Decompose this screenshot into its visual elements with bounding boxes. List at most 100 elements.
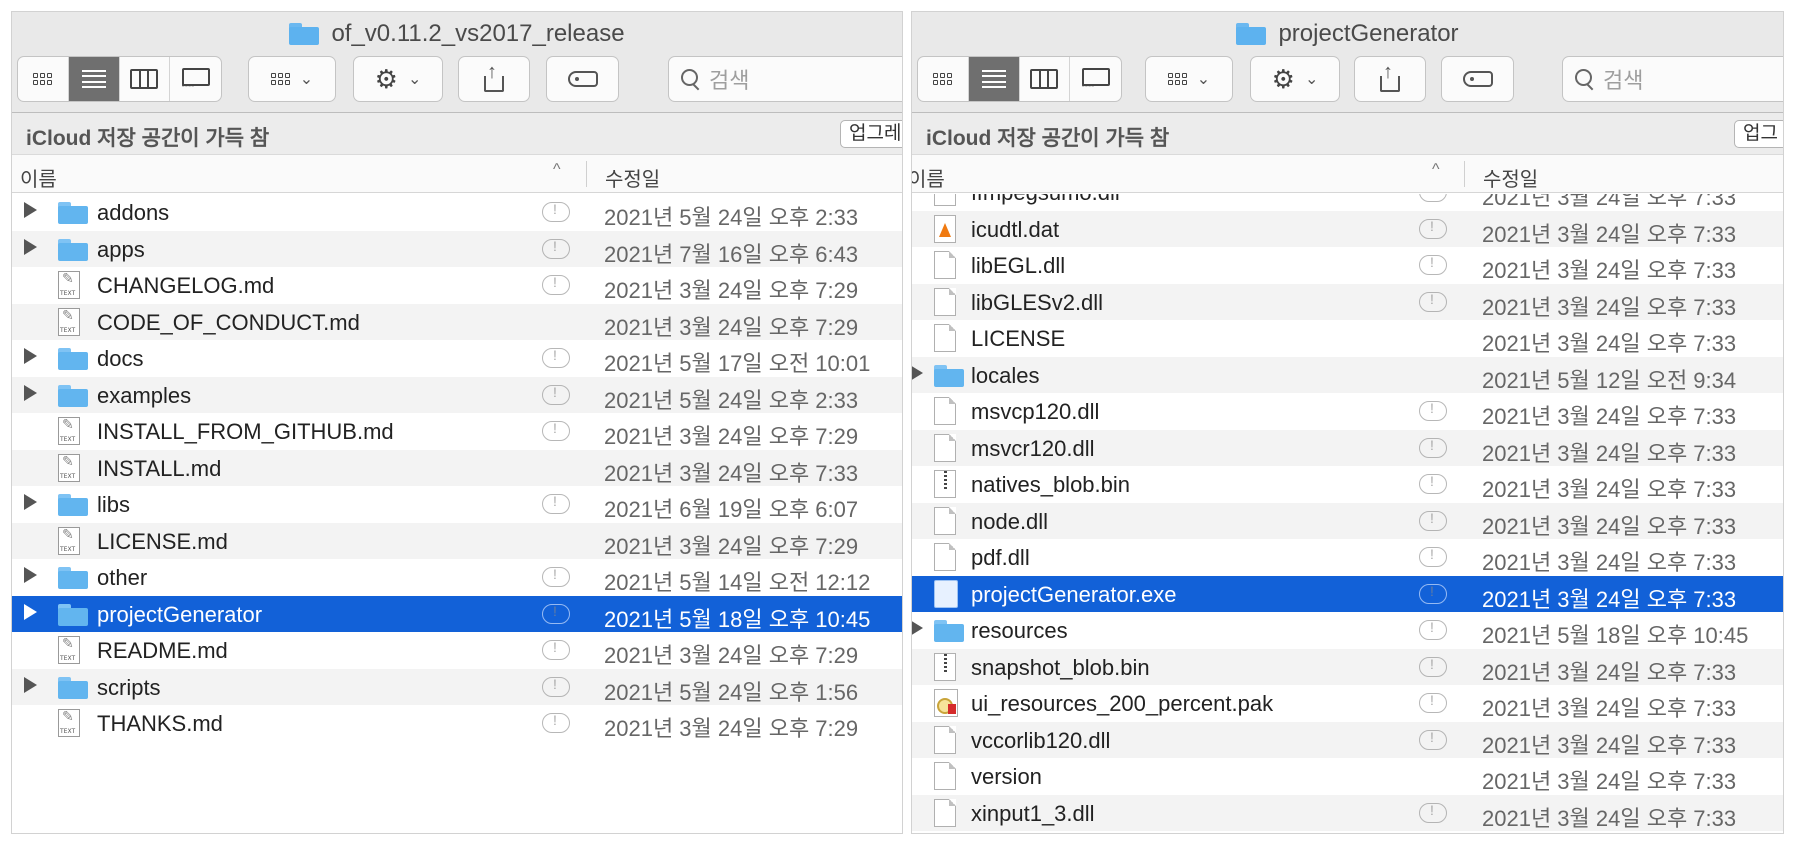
file-row[interactable]: CODE_OF_CONDUCT.md 2021년 3월 24일 오후 7:29 — [12, 303, 902, 340]
file-name: other — [97, 565, 148, 590]
name-column-header[interactable]: 이름 — [912, 163, 945, 192]
file-row[interactable]: version 2021년 3월 24일 오후 7:33 — [912, 758, 1783, 795]
disclosure-triangle-icon[interactable] — [24, 238, 37, 255]
view-mode-switcher — [17, 56, 222, 102]
disclosure-triangle-icon[interactable] — [24, 567, 37, 583]
upgrade-button[interactable]: 업그 — [1734, 120, 1783, 148]
modified-date: 2021년 3월 24일 오후 7:33 — [1482, 258, 1737, 283]
file-row[interactable]: locales 2021년 5월 12일 오전 9:34 — [912, 356, 1783, 393]
file-row[interactable]: snapshot_blob.bin 2021년 3월 24일 오후 7:33 — [912, 648, 1783, 685]
disclosure-triangle-icon[interactable] — [24, 348, 37, 364]
cloud-warning-icon — [542, 420, 570, 441]
modified-date: 2021년 3월 24일 오후 7:33 — [1482, 769, 1737, 794]
document-icon — [934, 506, 956, 535]
gallery-icon — [181, 68, 210, 90]
list-view-button[interactable] — [68, 57, 120, 101]
file-row[interactable]: apps 2021년 7월 16일 오후 6:43 — [12, 230, 902, 267]
group-by-button[interactable]: ⌄ — [248, 56, 336, 102]
file-row[interactable]: CHANGELOG.md 2021년 3월 24일 오후 7:29 — [12, 267, 902, 304]
file-row[interactable]: README.md 2021년 3월 24일 오후 7:29 — [12, 632, 902, 669]
file-row[interactable]: docs 2021년 5월 17일 오전 10:01 — [12, 340, 902, 377]
file-row[interactable]: pdf.dll 2021년 3월 24일 오후 7:33 — [912, 539, 1783, 576]
text-file-icon — [58, 307, 80, 336]
list-view-button[interactable] — [968, 57, 1020, 101]
disclosure-triangle-icon[interactable] — [24, 202, 37, 218]
cloud-warning-icon — [1419, 291, 1447, 312]
file-row[interactable]: msvcr120.dll 2021년 3월 24일 오후 7:33 — [912, 429, 1783, 466]
file-row[interactable]: libs 2021년 6월 19일 오후 6:07 — [12, 486, 902, 523]
file-row[interactable]: ffmpegsumo.dll 2021년 3월 24일 오후 7:33 — [912, 194, 1783, 211]
column-divider[interactable] — [586, 161, 587, 187]
file-row[interactable]: LICENSE.md 2021년 3월 24일 오후 7:29 — [12, 522, 902, 559]
modified-date: 2021년 5월 12일 오전 9:34 — [1482, 367, 1737, 393]
file-row[interactable]: projectGenerator.exe 2021년 3월 24일 오후 7:33 — [912, 575, 1783, 612]
file-row[interactable]: INSTALL_FROM_GITHUB.md 2021년 3월 24일 오후 7:… — [12, 413, 902, 450]
file-row[interactable]: scripts 2021년 5월 24일 오후 1:56 — [12, 668, 902, 705]
file-row[interactable]: msvcp120.dll 2021년 3월 24일 오후 7:33 — [912, 393, 1783, 430]
date-column-header[interactable]: 수정일 — [1483, 163, 1538, 192]
file-row[interactable]: natives_blob.bin 2021년 3월 24일 오후 7:33 — [912, 466, 1783, 503]
action-menu-button[interactable]: ⚙ ⌄ — [1250, 56, 1340, 102]
search-field[interactable]: 검색 — [1562, 56, 1783, 102]
search-field[interactable]: 검색 — [668, 56, 902, 102]
disclosure-triangle-icon[interactable] — [24, 384, 37, 401]
grid-icon — [33, 73, 53, 85]
window-title: of_v0.11.2_vs2017_release — [12, 18, 902, 50]
tag-button[interactable] — [546, 56, 619, 102]
file-name: msvcp120.dll — [971, 399, 1100, 424]
column-view-button[interactable] — [1020, 57, 1071, 101]
file-row[interactable]: vccorlib120.dll 2021년 3월 24일 오후 7:33 — [912, 721, 1783, 758]
file-row[interactable]: ui_resources_200_percent.pak 2021년 3월 24일… — [912, 685, 1783, 722]
tag-button[interactable] — [1441, 56, 1514, 102]
share-button[interactable] — [458, 56, 530, 102]
file-name: scripts — [97, 674, 161, 700]
finder-window-left: of_v0.11.2_vs2017_release ⌄ ⚙ ⌄ — [11, 11, 903, 834]
file-row[interactable]: node.dll 2021년 3월 24일 오후 7:33 — [912, 502, 1783, 539]
column-divider[interactable] — [1464, 161, 1465, 187]
file-row[interactable]: other 2021년 5월 14일 오전 12:12 — [12, 559, 902, 596]
upgrade-button[interactable]: 업그레 — [840, 120, 902, 148]
file-row[interactable]: libEGL.dll 2021년 3월 24일 오후 7:33 — [912, 247, 1783, 284]
disclosure-triangle-icon[interactable] — [912, 364, 923, 381]
icon-view-button[interactable] — [18, 57, 69, 101]
file-row[interactable]: projectGenerator 2021년 5월 18일 오후 10:45 — [12, 595, 902, 632]
modified-date: 2021년 3월 24일 오후 7:33 — [1482, 194, 1737, 210]
modified-date: 2021년 5월 24일 오후 1:56 — [604, 679, 859, 705]
file-row[interactable]: icudtl.dat 2021년 3월 24일 오후 7:33 — [912, 210, 1783, 247]
modified-date: 2021년 3월 24일 오후 7:29 — [604, 278, 859, 303]
disclosure-triangle-icon[interactable] — [24, 494, 37, 510]
file-row[interactable]: addons 2021년 5월 24일 오후 2:33 — [12, 194, 902, 231]
modified-date: 2021년 5월 18일 오후 10:45 — [604, 606, 871, 632]
file-row[interactable]: THANKS.md 2021년 3월 24일 오후 7:29 — [12, 705, 902, 742]
name-column-header[interactable]: 이름 — [20, 163, 57, 192]
gallery-view-button[interactable] — [170, 57, 221, 101]
icon-view-button[interactable] — [918, 57, 969, 101]
gallery-view-button[interactable] — [1070, 57, 1121, 101]
action-menu-button[interactable]: ⚙ ⌄ — [353, 56, 443, 102]
share-button[interactable] — [1354, 56, 1426, 102]
binary-file-icon — [934, 470, 956, 498]
disclosure-triangle-icon[interactable] — [24, 603, 37, 620]
group-by-button[interactable]: ⌄ — [1145, 56, 1233, 102]
folder-icon — [58, 238, 88, 261]
grid-icon — [933, 73, 953, 85]
file-row[interactable]: INSTALL.md 2021년 3월 24일 오후 7:33 — [12, 449, 902, 486]
file-row[interactable]: examples 2021년 5월 24일 오후 2:33 — [12, 376, 902, 413]
folder-icon — [934, 364, 964, 387]
file-row[interactable]: LICENSE 2021년 3월 24일 오후 7:33 — [912, 320, 1783, 357]
modified-date: 2021년 5월 24일 오후 2:33 — [604, 205, 859, 230]
column-view-button[interactable] — [120, 57, 171, 101]
cloud-warning-icon — [1419, 400, 1447, 421]
modified-date: 2021년 3월 24일 오후 7:33 — [1482, 586, 1737, 612]
disclosure-triangle-icon[interactable] — [24, 676, 37, 693]
file-row[interactable]: libGLESv2.dll 2021년 3월 24일 오후 7:33 — [912, 283, 1783, 320]
modified-date: 2021년 3월 24일 오후 7:33 — [1482, 477, 1737, 502]
disclosure-triangle-icon[interactable] — [912, 620, 923, 636]
toolbar: ⌄ ⚙ ⌄ 검색 — [917, 56, 1783, 102]
magnifier-icon — [681, 69, 701, 89]
cloud-warning-icon — [1419, 437, 1447, 458]
date-column-header[interactable]: 수정일 — [605, 163, 660, 192]
file-row[interactable]: xinput1_3.dll 2021년 3월 24일 오후 7:33 — [912, 794, 1783, 831]
file-row[interactable]: resources 2021년 5월 18일 오후 10:45 — [912, 612, 1783, 649]
search-placeholder: 검색 — [709, 68, 750, 93]
